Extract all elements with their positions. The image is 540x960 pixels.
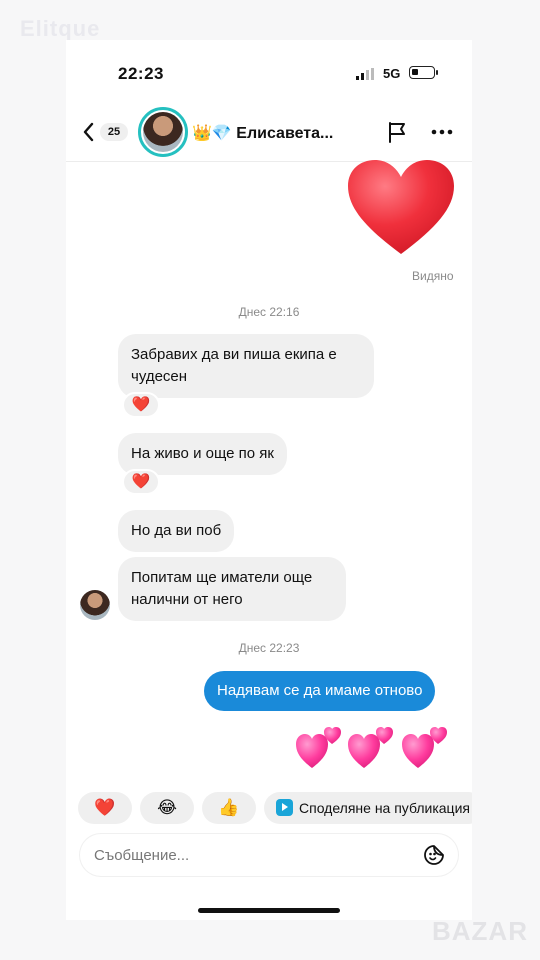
timestamp: Днес 22:16 bbox=[238, 305, 300, 319]
back-chevron-icon[interactable] bbox=[80, 120, 100, 144]
outgoing-message[interactable]: Надявам се да имаме отново bbox=[204, 671, 436, 711]
red-heart-sticker[interactable] bbox=[346, 158, 456, 256]
seen-label: Видяно bbox=[412, 269, 454, 283]
incoming-message[interactable]: Но да ви поб bbox=[118, 510, 235, 552]
status-bar: 22:23 5G bbox=[66, 40, 472, 102]
share-post-button[interactable]: Споделяне на публикация bbox=[264, 792, 472, 824]
signal-icon bbox=[356, 68, 374, 80]
play-icon bbox=[276, 799, 293, 816]
quick-laugh-button[interactable]: 😂 bbox=[140, 792, 194, 824]
contact-avatar[interactable] bbox=[138, 107, 188, 157]
message-composer[interactable] bbox=[80, 834, 458, 876]
heart-reaction[interactable]: ❤️ bbox=[122, 469, 160, 495]
sticker-icon[interactable] bbox=[422, 843, 446, 867]
pink-hearts-sticker[interactable] bbox=[294, 720, 454, 770]
chat-screen: 22:23 5G 25 👑💎 Елисавета... Видяно Днес … bbox=[66, 40, 472, 920]
watermark-text: Elitque bbox=[20, 16, 101, 41]
home-indicator[interactable] bbox=[198, 908, 340, 913]
status-time: 22:23 bbox=[118, 64, 164, 83]
sender-avatar[interactable] bbox=[80, 590, 110, 620]
heart-reaction[interactable]: ❤️ bbox=[122, 392, 160, 418]
timestamp: Днес 22:23 bbox=[238, 641, 300, 655]
share-post-label: Споделяне на публикация bbox=[299, 800, 470, 816]
quick-heart-button[interactable]: ❤️ bbox=[78, 792, 132, 824]
network-label: 5G bbox=[383, 66, 401, 81]
incoming-message[interactable]: Попитам ще иматели още налични от него bbox=[118, 557, 346, 621]
incoming-message[interactable]: Забравих да ви пиша екипа е чудесен bbox=[118, 334, 374, 398]
chat-header: 25 👑💎 Елисавета... bbox=[66, 102, 472, 162]
flag-icon[interactable] bbox=[386, 120, 410, 144]
battery-icon bbox=[409, 66, 438, 79]
contact-name[interactable]: 👑💎 Елисавета... bbox=[192, 123, 333, 143]
message-input[interactable] bbox=[94, 834, 394, 876]
unread-count-badge[interactable]: 25 bbox=[100, 123, 128, 141]
watermark-logo: BAZAR bbox=[432, 916, 528, 946]
more-options-icon[interactable] bbox=[430, 122, 454, 142]
quick-thumbs-up-button[interactable]: 👍 bbox=[202, 792, 256, 824]
